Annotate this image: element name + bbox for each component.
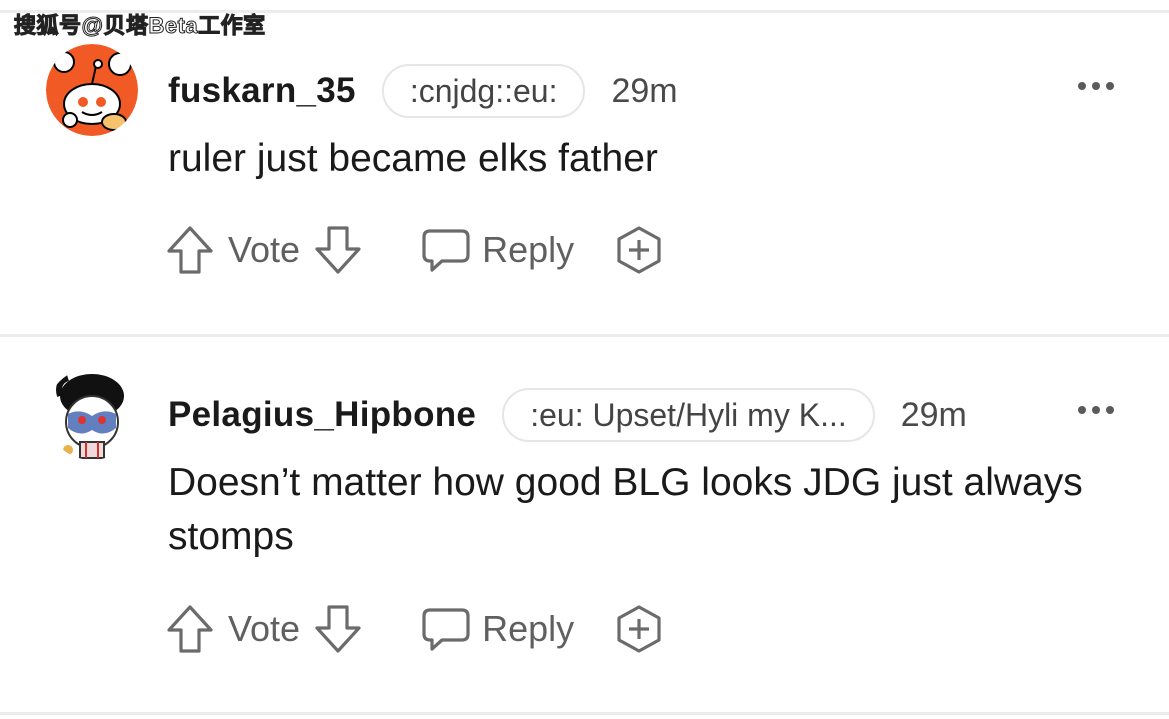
downvote-arrow-icon[interactable]: [314, 604, 362, 654]
award-plus-icon[interactable]: [614, 604, 664, 654]
watermark: 搜狐号@贝塔Beta工作室: [14, 13, 266, 39]
comment-actions: Vote Reply: [166, 601, 664, 657]
username[interactable]: Pelagius_Hipbone: [168, 395, 476, 435]
vote-label: Vote: [228, 608, 301, 649]
comment-body: Doesn’t matter how good BLG looks JDG ju…: [168, 461, 1083, 558]
more-options-icon[interactable]: [1078, 404, 1118, 416]
comment: Pelagius_Hipbone :eu: Upset/Hyli my K...…: [0, 0, 1169, 719]
timestamp: 29m: [900, 395, 967, 434]
comment-header: Pelagius_Hipbone :eu: Upset/Hyli my K...…: [168, 386, 967, 444]
speech-bubble-icon[interactable]: [422, 606, 470, 652]
user-flair: :eu: Upset/Hyli my K...: [502, 388, 875, 442]
bottom-separator: [0, 712, 1169, 715]
reply-button[interactable]: Reply: [482, 608, 574, 650]
upvote-arrow-icon[interactable]: [166, 604, 214, 654]
avatar[interactable]: [46, 368, 138, 460]
